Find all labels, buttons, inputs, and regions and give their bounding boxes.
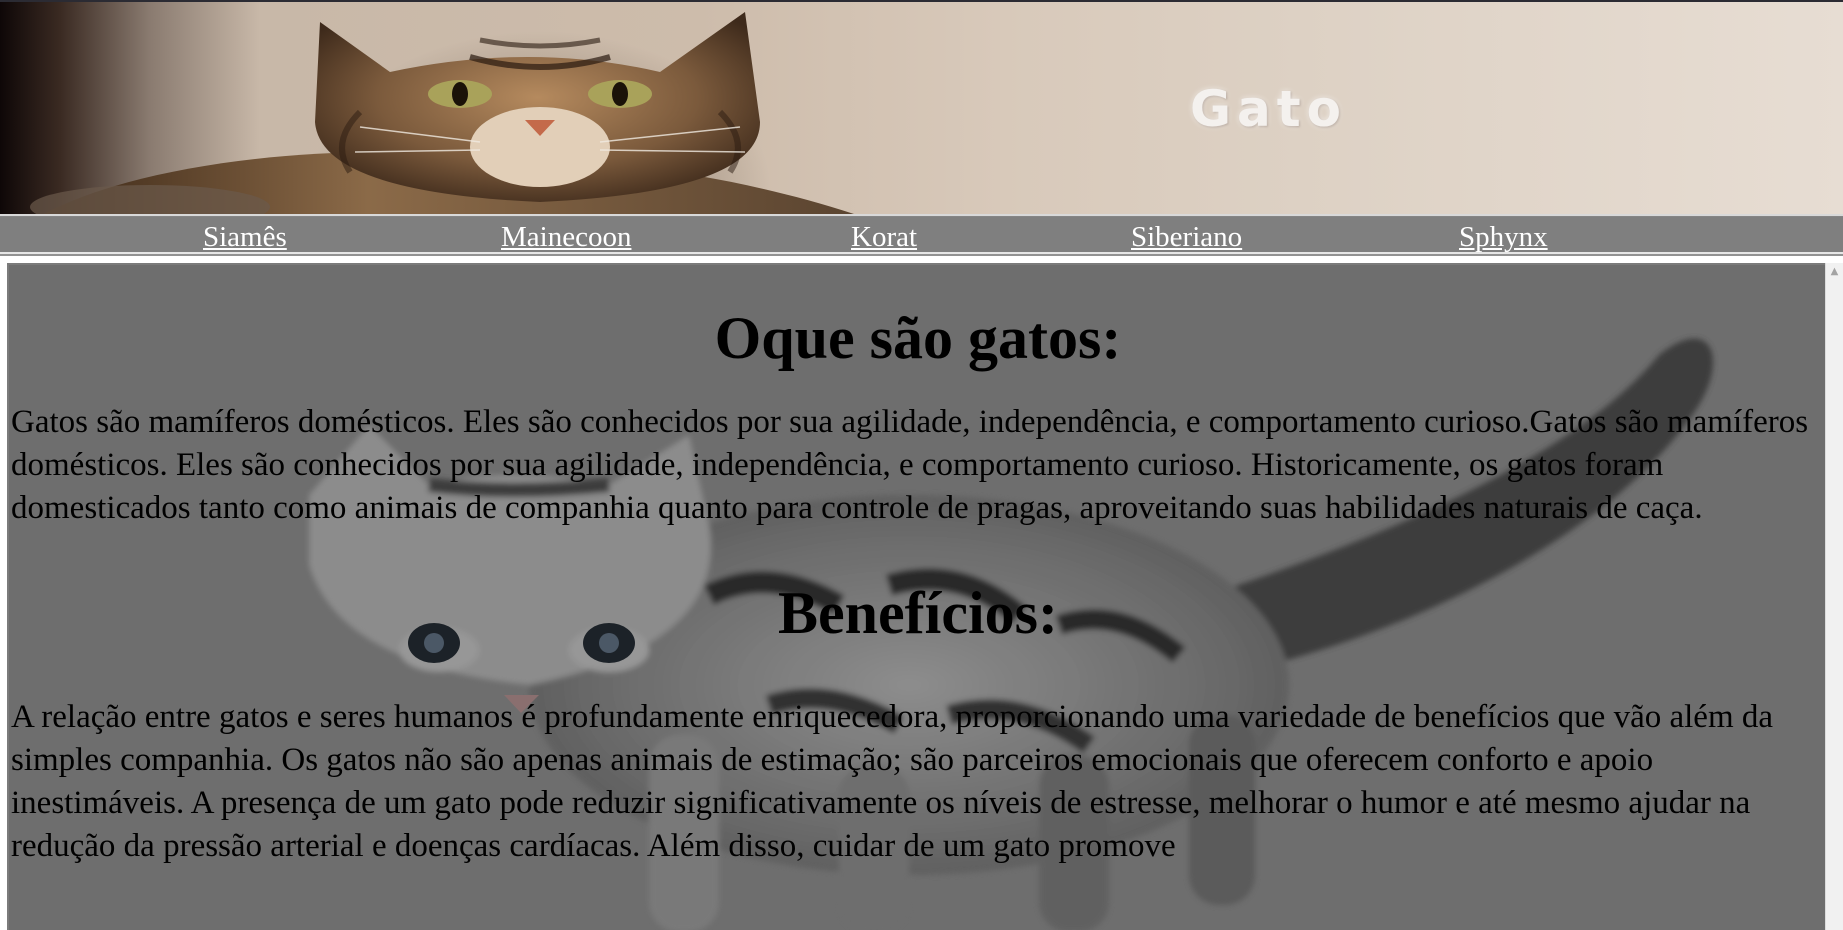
banner-title: Gato bbox=[1190, 80, 1348, 138]
nav-link-mainecoon[interactable]: Mainecoon bbox=[501, 221, 631, 253]
content-text: Oque são gatos: Gatos são mamíferos domé… bbox=[11, 265, 1825, 868]
header-banner: Gato bbox=[0, 0, 1843, 214]
nav-link-siames[interactable]: Siamês bbox=[203, 221, 287, 253]
section-heading-benefits: Benefícios: bbox=[778, 580, 1058, 646]
vertical-scrollbar[interactable]: ▲ bbox=[1825, 263, 1843, 930]
nav-link-korat[interactable]: Korat bbox=[851, 221, 917, 253]
section-heading-what-are-cats: Oque são gatos: bbox=[714, 305, 1122, 371]
nav-link-siberiano[interactable]: Siberiano bbox=[1131, 221, 1242, 253]
nav-bar: Siamês Mainecoon Korat Siberiano Sphynx bbox=[0, 214, 1843, 256]
section-paragraph-benefits: A relação entre gatos e seres humanos é … bbox=[11, 699, 1774, 864]
content-frame[interactable]: Oque são gatos: Gatos são mamíferos domé… bbox=[7, 263, 1825, 930]
cat-photo bbox=[30, 12, 854, 214]
nav-link-sphynx[interactable]: Sphynx bbox=[1459, 221, 1548, 253]
section-paragraph-what-are-cats: Gatos são mamíferos domésticos. Eles são… bbox=[11, 404, 1809, 526]
scroll-up-arrow-icon[interactable]: ▲ bbox=[1826, 263, 1843, 280]
